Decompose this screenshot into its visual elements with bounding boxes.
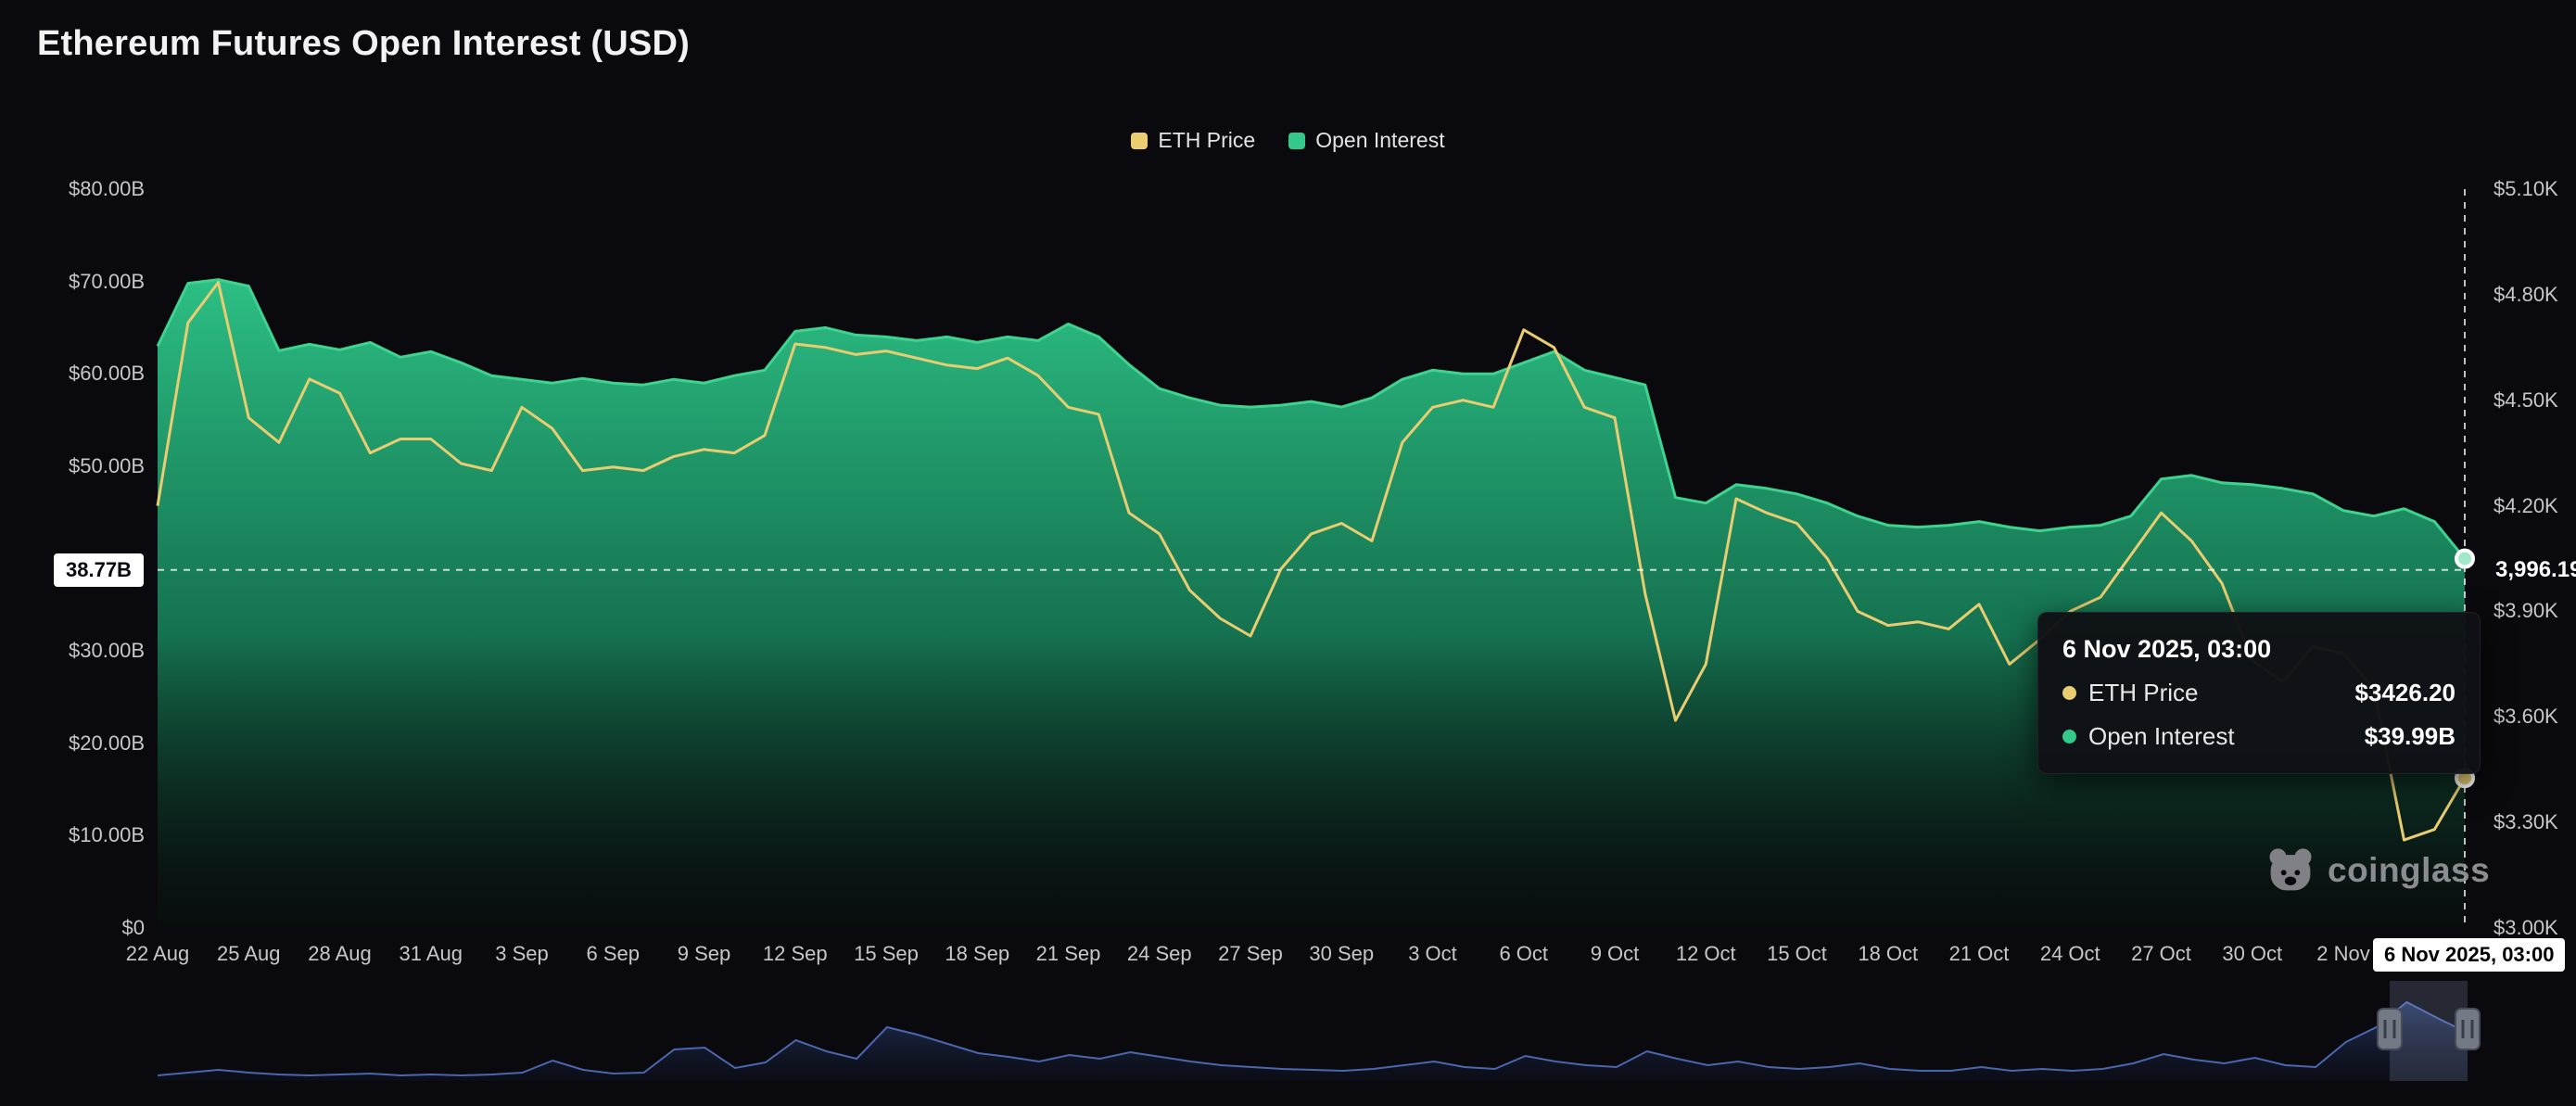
x-axis-label: 9 Sep [678,942,731,966]
x-axis-label: 12 Oct [1676,942,1736,966]
page-title: Ethereum Futures Open Interest (USD) [37,24,690,64]
x-axis-label: 28 Aug [308,942,372,966]
y-axis-label-left: $80.00B [24,177,145,201]
y-axis-label-right: $3.30K [2494,810,2558,834]
tooltip-open-interest-value: $39.99B [2365,722,2455,751]
coinglass-wordmark: coinglass [2328,851,2490,890]
navigator[interactable] [158,981,2480,1081]
coinglass-eth-open-interest-page: Ethereum Futures Open Interest (USD) ETH… [0,0,2576,1106]
legend-label: Open Interest [1315,128,1444,153]
y-axis-label-left: $0 [24,916,145,940]
x-axis-label: 15 Sep [854,942,919,966]
x-axis-label: 18 Oct [1858,942,1918,966]
chart-legend: ETH Price Open Interest [0,128,2576,153]
chart-plot-area[interactable] [158,189,2468,928]
y-axis-label-left: $70.00B [24,270,145,294]
y-axis-label-left: $30.00B [24,639,145,663]
chart-tooltip: 6 Nov 2025, 03:00 ETH Price $3426.20 Ope… [2037,612,2481,774]
y-axis-label-right: $3.00K [2494,916,2558,940]
tooltip-row-open-interest: Open Interest $39.99B [2062,722,2455,751]
y-axis-label-right: $4.80K [2494,283,2558,307]
x-axis-label: 27 Oct [2131,942,2191,966]
navigator-handle-left[interactable] [2378,1009,2402,1049]
y-axis-label-left: $60.00B [24,362,145,386]
crosshair-right-label: 3,996.19 [2495,557,2576,583]
x-axis-label: 25 Aug [217,942,281,966]
crosshair-x-label: 6 Nov 2025, 03:00 [2373,938,2565,972]
x-axis-label: 27 Sep [1218,942,1283,966]
legend-label: ETH Price [1158,128,1255,153]
x-axis-label: 18 Sep [945,942,1009,966]
x-axis-label: 15 Oct [1767,942,1827,966]
x-axis-label: 9 Oct [1591,942,1640,966]
navigator-line [158,1002,2468,1075]
x-axis-label: 21 Oct [1949,942,2010,966]
coinglass-watermark: coinglass [2265,845,2490,896]
coinglass-bear-icon [2265,845,2316,896]
x-axis-label: 30 Oct [2222,942,2282,966]
crosshair-left-label: 38.77B [54,553,144,587]
y-axis-label-right: $4.20K [2494,494,2558,518]
x-axis-label: 22 Aug [126,942,190,966]
x-axis-label: 3 Oct [1408,942,1457,966]
x-axis-label: 30 Sep [1309,942,1374,966]
x-axis-label: 24 Sep [1127,942,1192,966]
y-axis-label-right: $5.10K [2494,177,2558,201]
tooltip-row-eth-price: ETH Price $3426.20 [2062,679,2455,707]
legend-swatch-icon [1288,133,1305,149]
x-axis-label: 3 Sep [495,942,549,966]
legend-swatch-icon [1131,133,1148,149]
x-axis-label: 6 Oct [1499,942,1548,966]
tooltip-date: 6 Nov 2025, 03:00 [2062,635,2455,664]
x-axis-label: 31 Aug [399,942,463,966]
navigator-handle-right[interactable] [2455,1009,2480,1049]
x-axis-label: 12 Sep [763,942,828,966]
y-axis-label-right: $3.90K [2494,599,2558,623]
eth-price-dot-icon [2062,686,2076,700]
y-axis-label-right: $4.50K [2494,388,2558,413]
tooltip-eth-price-value: $3426.20 [2355,679,2455,707]
chart-canvas[interactable] [0,0,2576,1106]
tooltip-eth-price-label: ETH Price [2088,679,2198,707]
x-axis-label: 6 Sep [587,942,641,966]
legend-item-eth-price[interactable]: ETH Price [1131,128,1255,153]
tooltip-open-interest-label: Open Interest [2088,722,2235,751]
y-axis-label-left: $10.00B [24,823,145,847]
y-axis-label-left: $20.00B [24,731,145,756]
legend-item-open-interest[interactable]: Open Interest [1288,128,1444,153]
y-axis-label-left: $50.00B [24,454,145,478]
x-axis-label: 21 Sep [1036,942,1101,966]
x-axis-label: 2 Nov [2316,942,2369,966]
open-interest-dot-icon [2062,730,2076,744]
y-axis-label-right: $3.60K [2494,705,2558,729]
x-axis-label: 24 Oct [2040,942,2100,966]
